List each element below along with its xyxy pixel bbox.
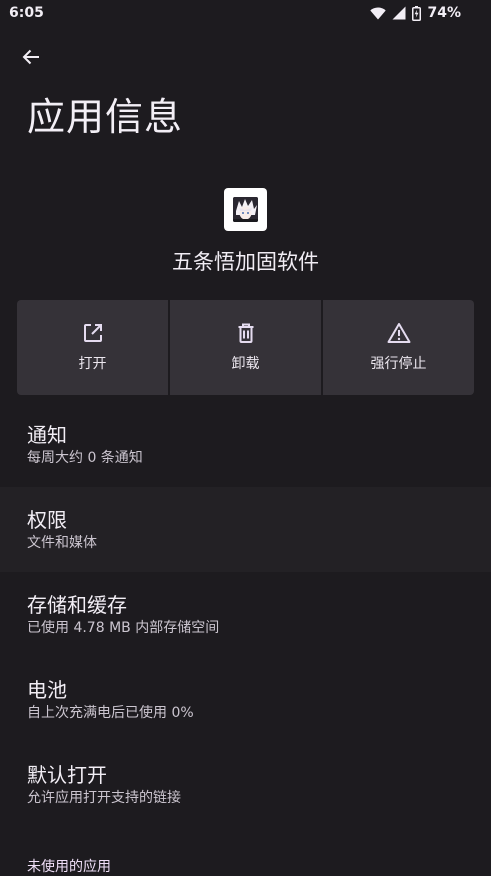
action-bar: 打开 卸载 强行停止 bbox=[17, 300, 474, 395]
app-avatar-image bbox=[233, 197, 258, 222]
settings-item-permissions[interactable]: 权限 文件和媒体 bbox=[0, 487, 491, 572]
settings-item-title: 电池 bbox=[27, 677, 67, 702]
settings-item-storage[interactable]: 存储和缓存 已使用 4.78 MB 内部存储空间 bbox=[0, 572, 491, 657]
status-time: 6:05 bbox=[9, 5, 44, 21]
warning-icon bbox=[387, 323, 410, 343]
uninstall-button[interactable]: 卸载 bbox=[170, 300, 321, 395]
settings-item-title: 默认打开 bbox=[27, 762, 107, 787]
open-button-label: 打开 bbox=[78, 356, 107, 372]
cellular-signal-icon bbox=[392, 6, 406, 20]
battery-charging-icon bbox=[412, 5, 422, 21]
settings-item-title: 通知 bbox=[27, 422, 67, 447]
settings-item-subtitle: 已使用 4.78 MB 内部存储空间 bbox=[27, 619, 220, 636]
settings-item-notifications[interactable]: 通知 每周大约 0 条通知 bbox=[0, 402, 491, 487]
settings-item-title: 存储和缓存 bbox=[27, 592, 127, 617]
page-title: 应用信息 bbox=[27, 95, 184, 139]
status-icons: 74% bbox=[370, 5, 461, 21]
settings-item-open-by-default[interactable]: 默认打开 允许应用打开支持的链接 bbox=[0, 742, 491, 827]
open-external-icon bbox=[83, 324, 102, 342]
app-icon bbox=[224, 188, 267, 231]
section-header-unused-apps: 未使用的应用 bbox=[27, 859, 111, 875]
uninstall-button-label: 卸载 bbox=[231, 356, 260, 372]
settings-item-battery[interactable]: 电池 自上次充满电后已使用 0% bbox=[0, 657, 491, 742]
back-button[interactable] bbox=[18, 44, 44, 70]
force-stop-button[interactable]: 强行停止 bbox=[323, 300, 474, 395]
force-stop-button-label: 强行停止 bbox=[370, 356, 427, 372]
arrow-back-icon bbox=[22, 49, 39, 65]
wifi-icon bbox=[370, 7, 387, 19]
trash-icon bbox=[238, 323, 253, 343]
settings-list: 通知 每周大约 0 条通知 权限 文件和媒体 存储和缓存 已使用 4.78 MB… bbox=[0, 402, 491, 827]
settings-item-subtitle: 每周大约 0 条通知 bbox=[27, 449, 143, 466]
status-bar: 6:05 74% bbox=[0, 0, 491, 28]
settings-item-title: 权限 bbox=[27, 507, 67, 532]
battery-percent: 74% bbox=[427, 5, 461, 21]
app-name: 五条悟加固软件 bbox=[172, 250, 319, 274]
open-button[interactable]: 打开 bbox=[17, 300, 168, 395]
settings-item-subtitle: 自上次充满电后已使用 0% bbox=[27, 704, 194, 721]
settings-item-subtitle: 文件和媒体 bbox=[27, 534, 97, 551]
settings-item-subtitle: 允许应用打开支持的链接 bbox=[27, 789, 181, 806]
